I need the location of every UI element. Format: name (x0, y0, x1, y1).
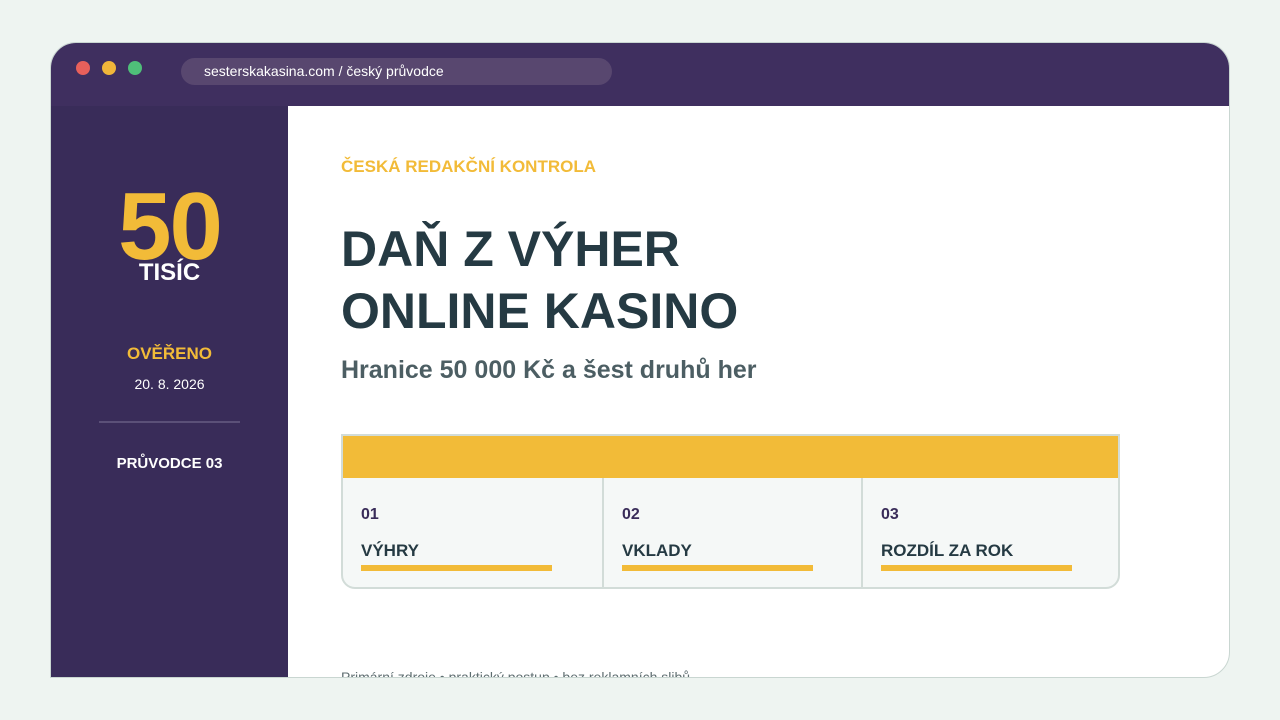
close-window-button[interactable] (76, 61, 90, 75)
topic-card-underline (622, 565, 813, 571)
topic-card-label: VKLADY (622, 541, 692, 560)
browser-window: sesterskakasina.com / český průvodce 50 … (50, 42, 1230, 678)
sidebar: 50 TISÍC OVĚŘENO 20. 8. 2026 PRŮVODCE 03 (51, 106, 288, 677)
page-title-line-1: DAŇ Z VÝHER (341, 221, 680, 277)
page-subtitle: Hranice 50 000 Kč a šest druhů her (341, 356, 757, 384)
topic-card-label: ROZDÍL ZA ROK (881, 541, 1014, 560)
topic-card-underline (361, 565, 552, 571)
guide-label: PRŮVODCE 03 (116, 455, 223, 472)
topics-panel: 01 VÝHRY 02 VKLADY 03 ROZDÍL ZA ROK (341, 434, 1120, 589)
topic-card-label: VÝHRY (361, 541, 419, 560)
verified-label: OVĚŘENO (126, 344, 213, 363)
minimize-window-button[interactable] (102, 61, 116, 75)
page-title-line-2: ONLINE KASINO (341, 283, 739, 339)
page-title: DAŇ Z VÝHER ONLINE KASINO (341, 218, 738, 342)
address-bar[interactable]: sesterskakasina.com / český průvodce (181, 58, 612, 85)
verified-date: 20. 8. 2026 (134, 376, 205, 392)
threshold-unit: TISÍC (138, 259, 201, 286)
topic-card-yearly-difference: 03 ROZDÍL ZA ROK (861, 478, 1118, 587)
footer-note: Primární zdroje • praktický postup • bez… (341, 669, 691, 678)
topic-card-underline (881, 565, 1072, 571)
kicker: ČESKÁ REDAKČNÍ KONTROLA (341, 157, 596, 176)
browser-titlebar: sesterskakasina.com / český průvodce (51, 43, 1229, 106)
topic-card-number: 02 (622, 506, 640, 523)
sidebar-divider (99, 421, 240, 423)
maximize-window-button[interactable] (128, 61, 142, 75)
main-content: ČESKÁ REDAKČNÍ KONTROLA DAŇ Z VÝHER ONLI… (288, 106, 1229, 678)
topics-panel-band (343, 436, 1118, 478)
topic-card-number: 01 (361, 506, 379, 523)
topic-card-deposits: 02 VKLADY (602, 478, 861, 587)
topic-card-number: 03 (881, 506, 899, 523)
topic-card-wins: 01 VÝHRY (343, 478, 602, 587)
